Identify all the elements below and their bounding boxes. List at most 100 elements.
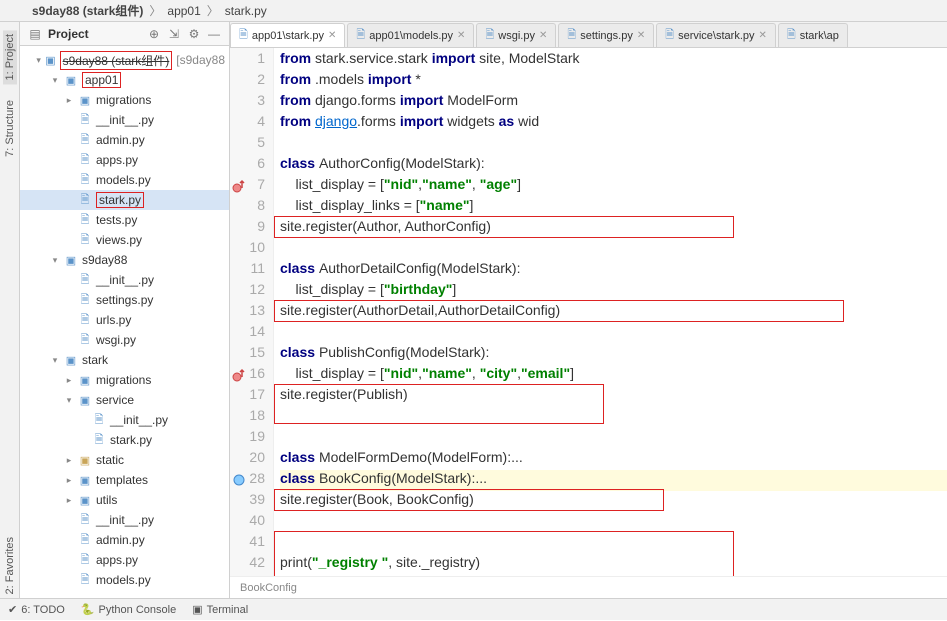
tree-row[interactable]: 🗎__init__.py — [20, 410, 229, 430]
tree-row[interactable]: ▸▣static — [20, 450, 229, 470]
project-tree[interactable]: ▾▣s9day88 (stark组件) [s9day88▾▣app01▸▣mig… — [20, 46, 229, 598]
line-number[interactable]: 9 — [230, 218, 273, 239]
crumb-1[interactable]: app01 — [163, 4, 204, 18]
editor-tab[interactable]: 🗎stark\ap — [778, 23, 848, 47]
editor-tab[interactable]: 🗎wsgi.py✕ — [476, 23, 556, 47]
tree-row[interactable]: 🗎admin.py — [20, 130, 229, 150]
tree-row[interactable]: 🗎stark.py — [20, 190, 229, 210]
tree-row[interactable]: 🗎stark.py — [20, 430, 229, 450]
expand-icon[interactable]: ▸ — [64, 95, 74, 106]
override-up-icon[interactable] — [232, 368, 246, 382]
tree-row[interactable]: 🗎admin.py — [20, 530, 229, 550]
tree-row[interactable]: ▸▣utils — [20, 490, 229, 510]
override-up-icon[interactable] — [232, 179, 246, 193]
tree-row[interactable]: ▸▣templates — [20, 470, 229, 490]
code-line[interactable] — [280, 575, 947, 576]
code-line[interactable] — [280, 239, 947, 260]
expand-icon[interactable]: ▾ — [50, 255, 60, 266]
code-line[interactable] — [280, 533, 947, 554]
line-number[interactable]: 3 — [230, 92, 273, 113]
tree-row[interactable]: 🗎views.py — [20, 230, 229, 250]
line-number[interactable]: 20 — [230, 449, 273, 470]
expand-icon[interactable]: ▸ — [64, 475, 74, 486]
line-number[interactable]: 10 — [230, 239, 273, 260]
line-number[interactable]: 14 — [230, 323, 273, 344]
tree-row[interactable]: 🗎apps.py — [20, 150, 229, 170]
code-line[interactable]: list_display = ["birthday"] — [280, 281, 947, 302]
line-number[interactable]: 16 — [230, 365, 273, 386]
editor-tab[interactable]: 🗎service\stark.py✕ — [656, 23, 776, 47]
line-number[interactable]: 13 — [230, 302, 273, 323]
expand-icon[interactable]: ▾ — [36, 55, 41, 66]
line-number[interactable]: 28 — [230, 470, 273, 491]
tree-row[interactable]: 🗎urls.py — [20, 310, 229, 330]
code-line[interactable]: print("_registry ", site._registry) — [280, 554, 947, 575]
line-number[interactable]: 19 — [230, 428, 273, 449]
tree-row[interactable]: 🗎apps.py — [20, 550, 229, 570]
line-number[interactable]: 1 — [230, 50, 273, 71]
tree-row[interactable]: ▸▣migrations — [20, 90, 229, 110]
code-line[interactable]: list_display_links = ["name"] — [280, 197, 947, 218]
tree-row[interactable]: ▾▣stark — [20, 350, 229, 370]
line-number[interactable]: 40 — [230, 512, 273, 533]
code-line[interactable] — [280, 323, 947, 344]
code-line[interactable]: from django.forms import widgets as wid — [280, 113, 947, 134]
code-line[interactable]: class ModelFormDemo(ModelForm):... — [280, 449, 947, 470]
line-number[interactable]: 18 — [230, 407, 273, 428]
code-line[interactable]: site.register(AuthorDetail,AuthorDetailC… — [280, 302, 947, 323]
code-line[interactable]: from stark.service.stark import site, Mo… — [280, 50, 947, 71]
tool-tab-structure[interactable]: 7: Structure — [3, 96, 17, 161]
tree-row[interactable]: ▾▣s9day88 (stark组件) [s9day88 — [20, 50, 229, 70]
expand-icon[interactable]: ▾ — [50, 355, 60, 366]
editor-tab[interactable]: 🗎app01\models.py✕ — [347, 23, 474, 47]
editor-breadcrumb-item[interactable]: BookConfig — [240, 582, 297, 594]
code-line[interactable] — [280, 428, 947, 449]
tree-row[interactable]: ▾▣app01 — [20, 70, 229, 90]
code-line[interactable] — [280, 134, 947, 155]
line-number[interactable]: 8 — [230, 197, 273, 218]
gear-icon[interactable]: ⚙ — [187, 27, 201, 41]
code-line[interactable]: class AuthorConfig(ModelStark): — [280, 155, 947, 176]
line-number[interactable]: 4 — [230, 113, 273, 134]
line-number[interactable]: 7 — [230, 176, 273, 197]
code-line[interactable]: site.register(Book, BookConfig) — [280, 491, 947, 512]
expand-icon[interactable]: ▾ — [64, 395, 74, 406]
code-line[interactable]: class AuthorDetailConfig(ModelStark): — [280, 260, 947, 281]
code-editor[interactable]: 1234567891011121314151617181920283940414… — [230, 48, 947, 576]
close-icon[interactable]: ✕ — [328, 30, 336, 41]
tree-row[interactable]: 🗎__init__.py — [20, 510, 229, 530]
close-icon[interactable]: ✕ — [539, 30, 547, 41]
line-number[interactable]: 15 — [230, 344, 273, 365]
crumb-2[interactable]: stark.py — [221, 4, 271, 18]
tool-tab-favorites[interactable]: 2: Favorites — [3, 533, 17, 598]
line-number[interactable]: 43 — [230, 575, 273, 576]
code-line[interactable]: from django.forms import ModelForm — [280, 92, 947, 113]
line-number[interactable]: 11 — [230, 260, 273, 281]
todo-tab[interactable]: ✔6: TODO — [8, 603, 65, 616]
crumb-root[interactable]: s9day88 (stark组件) — [28, 2, 147, 19]
line-number[interactable]: 17 — [230, 386, 273, 407]
close-icon[interactable]: ✕ — [637, 30, 645, 41]
code-line[interactable] — [280, 407, 947, 428]
code-line[interactable]: class PublishConfig(ModelStark): — [280, 344, 947, 365]
line-number[interactable]: 5 — [230, 134, 273, 155]
close-icon[interactable]: ✕ — [457, 30, 465, 41]
expand-icon[interactable]: ▸ — [64, 495, 74, 506]
tree-row[interactable]: 🗎settings.py — [20, 290, 229, 310]
tree-row[interactable]: 🗎wsgi.py — [20, 330, 229, 350]
expand-icon[interactable]: ▾ — [50, 75, 60, 86]
tree-row[interactable]: 🗎models.py — [20, 570, 229, 590]
line-number[interactable]: 39 — [230, 491, 273, 512]
tree-row[interactable]: ▾▣service — [20, 390, 229, 410]
editor-breadcrumb[interactable]: BookConfig — [230, 576, 947, 598]
code-line[interactable] — [280, 512, 947, 533]
tree-row[interactable]: 🗎models.py — [20, 170, 229, 190]
gutter[interactable]: 1234567891011121314151617181920283940414… — [230, 48, 274, 576]
code-line[interactable]: class BookConfig(ModelStark):... — [280, 470, 947, 491]
hide-icon[interactable]: — — [207, 27, 221, 41]
line-number[interactable]: 6 — [230, 155, 273, 176]
python-console-tab[interactable]: 🐍Python Console — [81, 603, 176, 616]
collapse-icon[interactable]: ⇲ — [167, 27, 181, 41]
close-icon[interactable]: ✕ — [759, 30, 767, 41]
code-line[interactable]: site.register(Author, AuthorConfig) — [280, 218, 947, 239]
